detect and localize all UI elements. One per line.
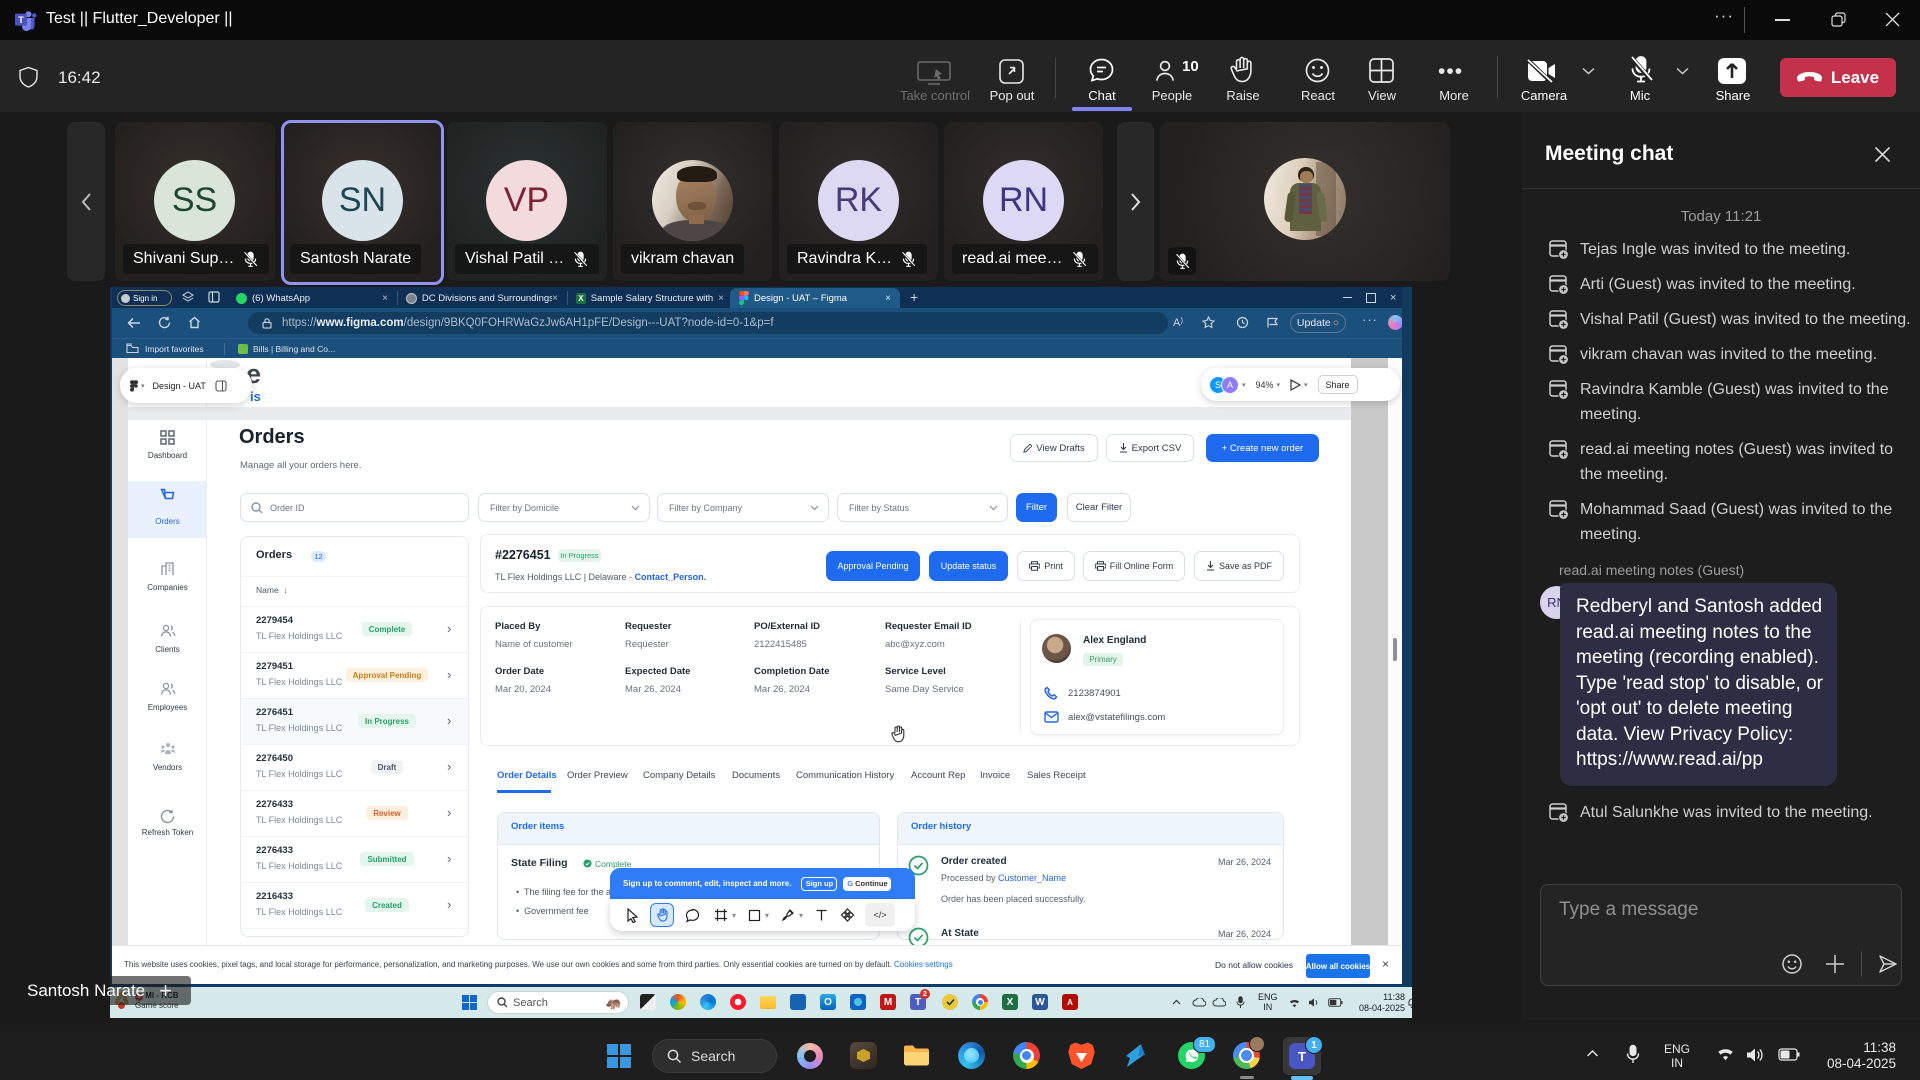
svg-text:T: T	[18, 15, 24, 25]
